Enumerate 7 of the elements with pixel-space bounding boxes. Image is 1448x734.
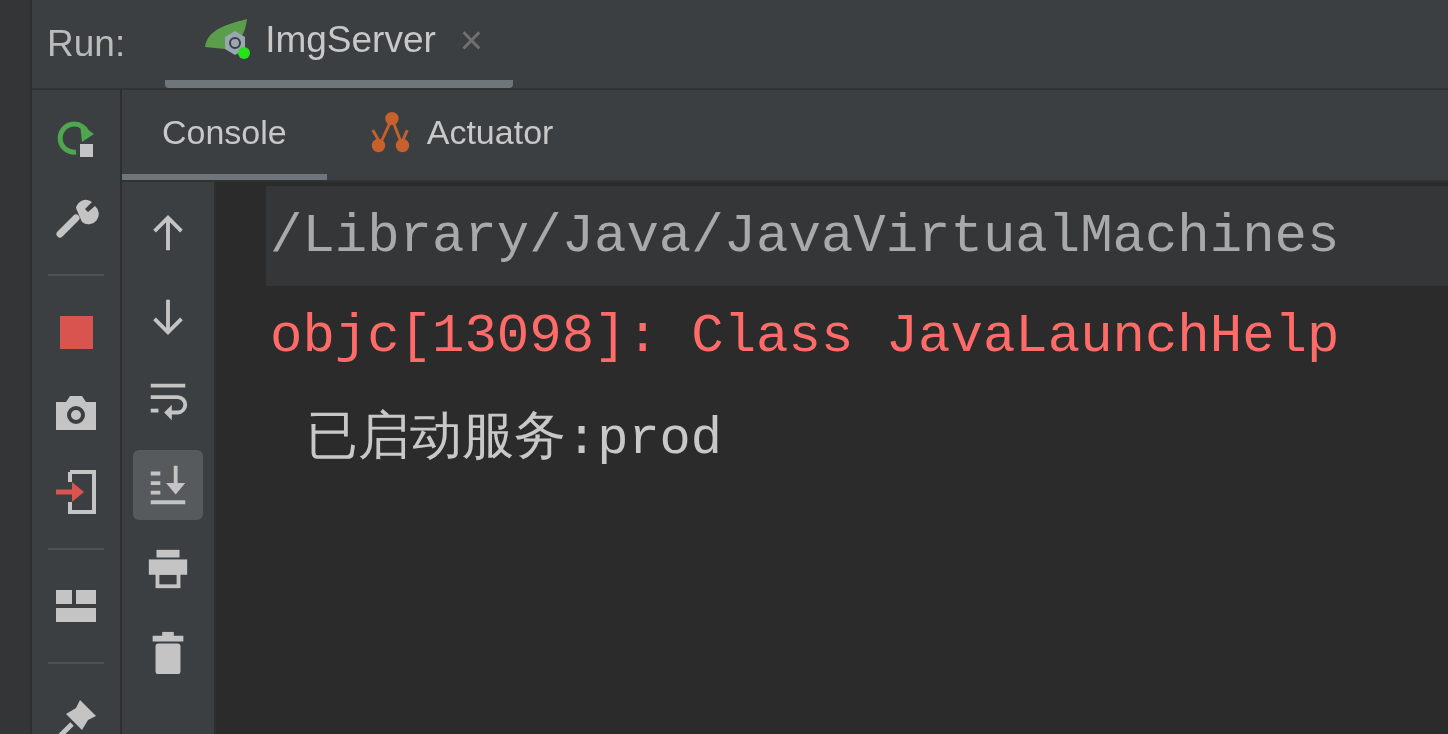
toolbar-button[interactable] (133, 450, 203, 520)
console-line: 已启动服务:prod (306, 408, 723, 471)
run-label: Run: (47, 23, 126, 65)
console-line: /Library/Java/JavaVirtualMachines (270, 205, 1340, 267)
tab[interactable]: Actuator (326, 90, 594, 180)
run-tab[interactable]: ImgServer × (165, 0, 514, 88)
console-line: objc[13098]: Class JavaLaunchHelp (270, 305, 1340, 367)
